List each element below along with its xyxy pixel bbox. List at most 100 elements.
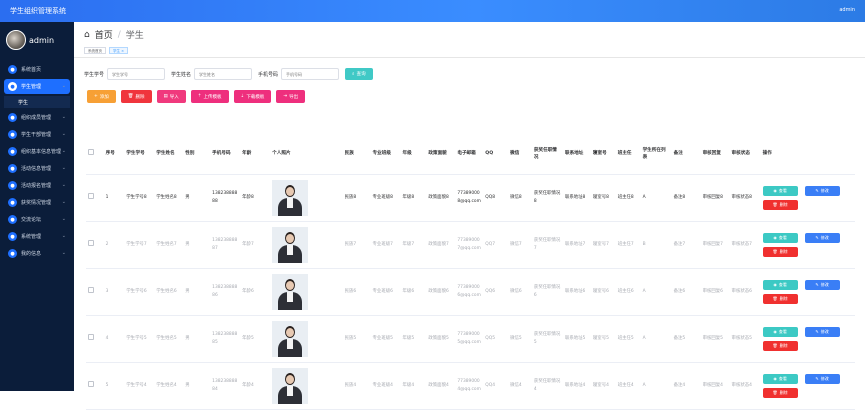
table-row[interactable]: 2 学生学号7 学生姓名7 男 13823888887 年龄7 民族7 专业班级7 年级7 政策面… <box>86 221 855 269</box>
column-header[interactable]: 手机号码 <box>210 134 241 175</box>
edit-button[interactable]: ✎ 修改 <box>804 185 840 196</box>
column-header[interactable]: 序号 <box>103 134 125 175</box>
column-header[interactable]: 年龄 <box>240 134 271 175</box>
column-header[interactable]: 学生所在列表 <box>640 134 672 175</box>
row-checkbox-cell[interactable] <box>86 362 104 410</box>
column-header[interactable]: 政策面貌 <box>426 134 456 175</box>
column-header[interactable]: 操作 <box>760 134 855 175</box>
download-template-button[interactable]: ⇣ 下载模板 <box>233 90 272 103</box>
column-header[interactable]: 班主任 <box>615 134 641 175</box>
sidebar-item[interactable]: ● 组织基本信息管理 ⌄ <box>4 144 70 159</box>
column-header[interactable]: 联系地址 <box>562 134 591 175</box>
row-checkbox-cell[interactable] <box>86 315 104 363</box>
chevron-down-icon[interactable]: ⌄ <box>62 165 66 171</box>
select-all-checkbox[interactable] <box>88 149 94 156</box>
column-header[interactable]: 电子邮箱 <box>455 134 484 175</box>
row-checkbox[interactable] <box>88 333 94 340</box>
avatar[interactable] <box>6 30 26 50</box>
student-photo[interactable] <box>272 273 309 310</box>
column-header[interactable]: 学生学号 <box>124 134 155 175</box>
sidebar-item[interactable]: ● 系统首页 <box>4 62 70 77</box>
row-checkbox-cell[interactable] <box>86 221 104 269</box>
table-row[interactable]: 5 学生学号4 学生姓名4 男 13823888884 年龄4 民族4 专业班级4 年级4 政策面… <box>86 362 855 410</box>
student-no-input[interactable] <box>107 68 166 80</box>
view-button[interactable]: ◉ 查看 <box>762 185 798 196</box>
sidebar-item[interactable]: ● 系统管理 ⌄ <box>4 229 70 244</box>
chevron-down-icon[interactable]: ⌄ <box>62 131 66 137</box>
chevron-down-icon[interactable]: ⌄ <box>62 233 66 239</box>
chevron-down-icon[interactable]: ⌄ <box>62 250 66 256</box>
edit-button[interactable]: ✎ 修改 <box>804 326 840 337</box>
view-button[interactable]: ◉ 查看 <box>762 326 798 337</box>
export-button[interactable]: ⇥ 导出 <box>276 90 306 103</box>
table-row[interactable]: 3 学生学号6 学生姓名6 男 13823888886 年龄6 民族6 专业班级6 年级6 政策面… <box>86 268 855 316</box>
sidebar-item[interactable]: ● 活动信息管理 ⌄ <box>4 161 70 176</box>
sidebar-item[interactable]: ● 活动报名管理 ⌄ <box>4 178 70 193</box>
column-header[interactable]: 专业班级 <box>370 134 401 175</box>
student-photo[interactable] <box>272 320 309 357</box>
row-checkbox[interactable] <box>88 286 94 293</box>
row-delete-button[interactable]: 🗑 删除 <box>762 246 798 257</box>
sidebar-item[interactable]: ● 组织成员管理 ⌄ <box>4 110 70 125</box>
sidebar-item[interactable]: ● 我的信息 ⌄ <box>4 246 70 261</box>
column-header[interactable]: 审核状态 <box>729 134 761 175</box>
student-photo[interactable] <box>272 179 309 216</box>
upload-template-button[interactable]: ⇡ 上传模板 <box>190 90 229 103</box>
chevron-down-icon[interactable]: ⌄ <box>62 114 66 120</box>
delete-button[interactable]: 🗑 删除 <box>120 90 152 103</box>
chevron-down-icon[interactable]: ⌄ <box>62 199 66 205</box>
column-header[interactable]: 学生姓名 <box>154 134 184 175</box>
user-menu[interactable]: admin <box>839 7 855 13</box>
column-header[interactable]: 个人照片 <box>270 134 343 175</box>
view-button[interactable]: ◉ 查看 <box>762 373 798 384</box>
close-icon[interactable]: × <box>121 49 124 53</box>
view-button[interactable]: ◉ 查看 <box>762 279 798 290</box>
column-header[interactable]: QQ <box>483 134 509 175</box>
tag-home[interactable]: 系统首页 <box>84 47 106 54</box>
column-header[interactable]: 获奖任职情况 <box>531 134 563 175</box>
select-all-checkbox-cell[interactable] <box>86 134 104 175</box>
search-button[interactable]: ⌕ 查询 <box>345 68 373 80</box>
column-header[interactable]: 微信 <box>508 134 532 175</box>
edit-button[interactable]: ✎ 修改 <box>804 232 840 243</box>
sidebar-item[interactable]: ● 学生干部管理 ⌄ <box>4 127 70 142</box>
phone-input[interactable] <box>281 68 340 80</box>
row-actions: ◉ 查看 ✎ 修改 🗑 删除 <box>762 232 853 257</box>
column-header[interactable]: 民族 <box>342 134 371 175</box>
row-checkbox[interactable] <box>88 380 94 387</box>
home-icon[interactable]: ⌂ <box>84 30 90 40</box>
column-header[interactable]: 性别 <box>183 134 211 175</box>
row-checkbox[interactable] <box>88 192 94 199</box>
row-checkbox-cell[interactable] <box>86 268 104 316</box>
column-header[interactable]: 寝室号 <box>590 134 616 175</box>
sidebar-item[interactable]: ● 获奖情况管理 ⌄ <box>4 195 70 210</box>
sidebar-item[interactable]: ● 学生管理 ⌄ <box>4 79 70 94</box>
edit-button[interactable]: ✎ 修改 <box>804 279 840 290</box>
chevron-down-icon[interactable]: ⌄ <box>62 148 66 154</box>
add-button[interactable]: + 添加 <box>87 90 116 103</box>
column-header[interactable]: 年级 <box>400 134 427 175</box>
column-header[interactable]: 审核回复 <box>700 134 730 175</box>
student-photo[interactable] <box>272 226 309 263</box>
row-delete-button[interactable]: 🗑 删除 <box>762 199 798 210</box>
row-delete-button[interactable]: 🗑 删除 <box>762 387 798 398</box>
chevron-down-icon[interactable]: ⌄ <box>62 83 66 89</box>
row-checkbox[interactable] <box>88 239 94 246</box>
row-delete-button[interactable]: 🗑 删除 <box>762 340 798 351</box>
chevron-down-icon[interactable]: ⌄ <box>62 216 66 222</box>
sidebar-subitem-student[interactable]: 学生 <box>4 96 70 108</box>
row-delete-button[interactable]: 🗑 删除 <box>762 293 798 304</box>
edit-button[interactable]: ✎ 修改 <box>804 373 840 384</box>
student-photo[interactable] <box>272 367 309 404</box>
sidebar-item[interactable]: ● 交流论坛 ⌄ <box>4 212 70 227</box>
view-button[interactable]: ◉ 查看 <box>762 232 798 243</box>
row-checkbox-cell[interactable] <box>86 174 104 222</box>
tag-student[interactable]: 学生 × <box>109 47 129 54</box>
import-button[interactable]: ▤ 导入 <box>156 90 186 103</box>
breadcrumb-home[interactable]: 首页 <box>95 28 113 41</box>
column-header[interactable]: 备注 <box>671 134 701 175</box>
chevron-down-icon[interactable]: ⌄ <box>62 182 66 188</box>
table-row[interactable]: 1 学生学号8 学生姓名8 男 13823888888 年龄8 民族8 专业班级8 年级8 政策面… <box>86 174 855 222</box>
table-row[interactable]: 4 学生学号5 学生姓名5 男 13823888885 年龄5 民族5 专业班级5 年级5 政策面… <box>86 315 855 363</box>
student-name-input[interactable] <box>194 68 253 80</box>
